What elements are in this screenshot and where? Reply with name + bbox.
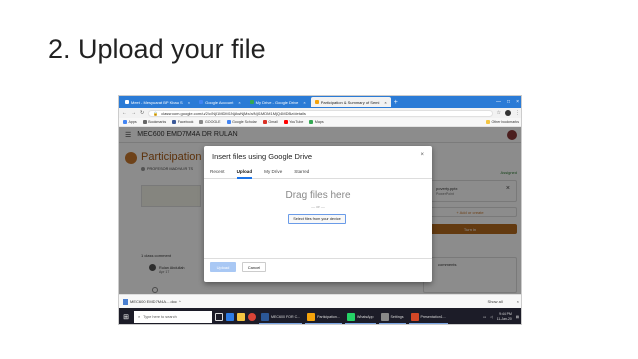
window-controls: — □ × [496,99,521,105]
drop-zone-text[interactable]: Drag files here [204,190,432,201]
tab-favicon-icon [249,100,254,104]
profile-avatar[interactable] [505,110,511,116]
browser-tab[interactable]: Google Account × [195,97,245,107]
slide-title: 2. Upload your file [48,34,266,64]
lock-icon: 🔒 [153,110,159,116]
notifications-icon[interactable]: ▤ [516,315,519,319]
scholar-icon [226,120,231,124]
tab-close-icon[interactable]: × [238,100,240,105]
task-view-icon[interactable] [215,313,223,321]
taskbar-app[interactable]: Presentation1... [408,310,448,324]
folder-icon [199,120,204,124]
settings-icon [380,312,389,321]
bookmark-item[interactable]: GOOGLE [199,120,221,124]
tab-starred[interactable]: Starred [294,166,309,179]
or-divider: — or — [311,204,325,209]
star-icon [142,120,147,124]
system-tray: ▭ ◁ 9:44 PM 11-Jan-20 ▤ [483,312,521,322]
new-tab-button[interactable]: + [394,99,398,106]
battery-icon[interactable]: ▭ [483,315,486,319]
bookmark-item[interactable]: Bookmarks [142,120,166,124]
tab-favicon-icon [199,100,204,104]
clock-date: 11-Jan-20 [496,317,512,321]
browser-screenshot: Meet - Mesyuarat BP Kbau S × Google Acco… [118,95,522,325]
edge-icon[interactable] [226,313,234,321]
whatsapp-icon [346,312,355,321]
taskbar-app[interactable]: WhatsApp [344,310,376,324]
windows-taskbar: ⊞ ⌕ Type here to search MEC600 FOR C... … [119,308,521,324]
insert-files-dialog: Insert files using Google Drive × Recent… [204,146,432,282]
volume-icon[interactable]: ◁ [490,315,493,319]
facebook-icon [172,120,177,124]
star-icon[interactable]: ☆ [497,110,501,116]
clock[interactable]: 9:44 PM 11-Jan-20 [497,312,512,322]
bookmark-item[interactable]: Apps [123,120,137,124]
browser-tab-active[interactable]: Participation & Summary of Semi × [310,97,391,107]
menu-dots-icon[interactable]: ⋮ [515,110,520,116]
dialog-footer [204,258,432,282]
url-field[interactable]: 🔒 classroom.google.com/u/2/c/NjI1MDM1NjA… [148,109,493,117]
show-all-link[interactable]: Show all [488,299,503,304]
browser-tab[interactable]: Meet - Mesyuarat BP Kbau S × [121,97,194,107]
taskbar-search-input[interactable]: ⌕ Type here to search [134,311,212,323]
back-icon[interactable]: ← [122,110,127,116]
bookmarks-bar: Apps Bookmarks Facebook GOOGLE Google Sc… [119,118,521,127]
address-bar-row: ← → ↻ 🔒 classroom.google.com/u/2/c/NjI1M… [119,108,521,118]
powerpoint-icon [410,312,419,321]
other-bookmarks[interactable]: Other bookmarks [485,120,521,124]
maps-icon [309,120,314,124]
chrome-icon[interactable] [248,313,256,321]
upload-button[interactable]: Upload [210,262,236,272]
taskbar-app[interactable]: Participation... [305,310,342,324]
search-icon: ⌕ [138,315,141,319]
tab-favicon-icon [314,100,319,104]
dialog-tabs: Recent Upload My Drive Starred [204,166,432,179]
tab-close-icon[interactable]: × [384,100,386,105]
select-files-button[interactable]: Select files from your device [288,214,346,224]
chrome-icon [307,312,316,321]
tab-upload[interactable]: Upload [236,166,253,179]
tab-my-drive[interactable]: My Drive [264,166,282,179]
bookmark-item[interactable]: Gmail [262,120,278,124]
close-icon[interactable]: × [420,152,424,158]
youtube-icon [283,120,288,124]
cancel-button[interactable]: Cancel [242,262,266,272]
tab-favicon-icon [125,100,129,104]
bookmark-item[interactable]: Maps [309,120,324,124]
folder-icon [485,120,490,124]
forward-icon[interactable]: → [131,110,136,116]
tab-recent[interactable]: Recent [210,166,225,179]
bookmark-item[interactable]: YouTube [283,120,303,124]
browser-tab[interactable]: My Drive - Google Drive × [246,97,310,107]
minimize-icon[interactable]: — [496,99,501,105]
reload-icon[interactable]: ↻ [140,110,144,116]
tab-close-icon[interactable]: × [188,100,190,105]
dialog-title: Insert files using Google Drive [212,152,313,161]
chevron-up-icon[interactable]: ^ [179,299,181,304]
download-item[interactable]: MEC600 EMD7M4A....doc ^ [123,298,181,305]
apps-icon [123,120,127,124]
word-icon [261,312,269,321]
bookmark-item[interactable]: Facebook [172,120,193,124]
maximize-icon[interactable]: □ [507,99,510,105]
close-icon[interactable]: × [517,299,519,304]
close-window-icon[interactable]: × [516,99,519,105]
browser-tab-strip: Meet - Mesyuarat BP Kbau S × Google Acco… [119,96,521,108]
file-explorer-icon[interactable] [237,313,245,321]
word-file-icon [123,298,128,305]
gmail-icon [262,120,267,124]
bookmark-item[interactable]: Google Scholar [226,120,257,124]
downloads-bar: MEC600 EMD7M4A....doc ^ Show all × [119,294,521,308]
taskbar-app[interactable]: Settings [378,310,406,324]
taskbar-app[interactable]: MEC600 FOR C... [259,310,303,324]
tab-close-icon[interactable]: × [303,100,305,105]
windows-start-icon[interactable]: ⊞ [121,312,131,322]
